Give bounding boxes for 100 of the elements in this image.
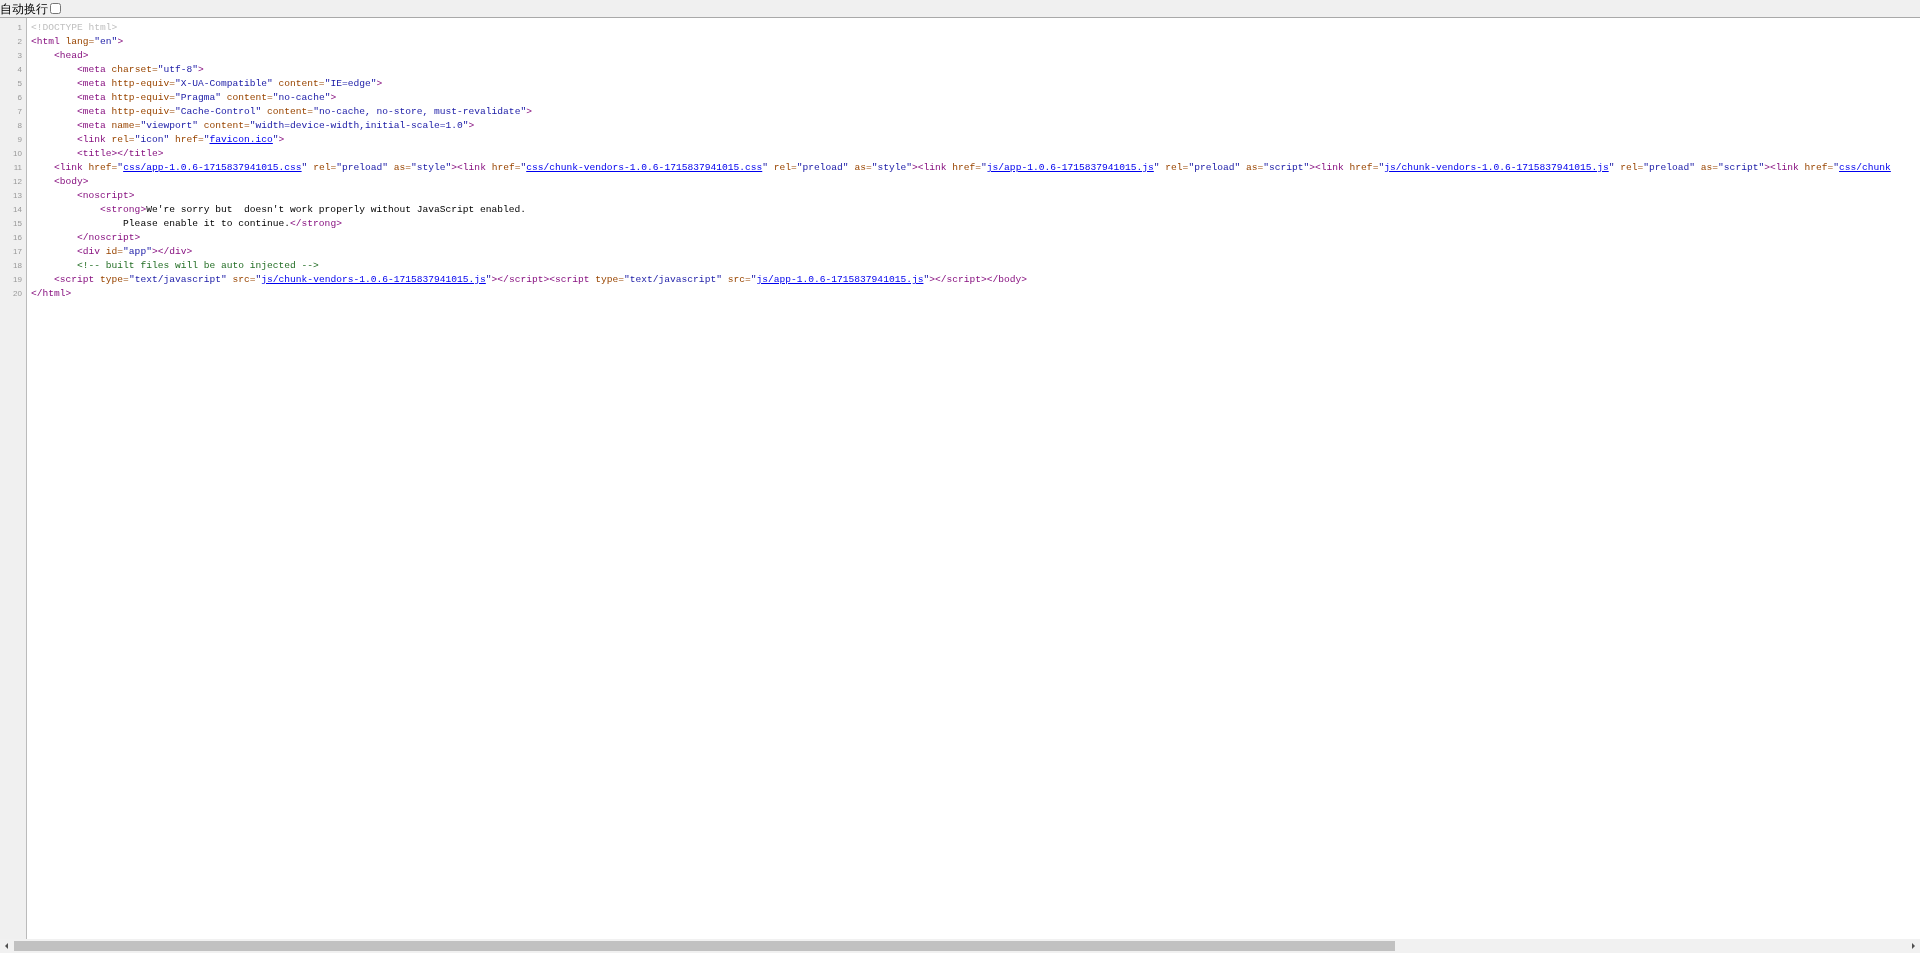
attribute-value: " [750, 274, 757, 285]
attribute-value: "icon" [134, 134, 170, 145]
attribute-value: "width=device-width,initial-scale=1.0" [249, 120, 469, 131]
file-link[interactable]: js/chunk-vendors-1.0.6-1715837941015.js [1384, 162, 1609, 173]
line-number: 4 [16, 64, 22, 76]
wrap-checkbox[interactable] [50, 3, 61, 14]
html-tag: <meta [77, 92, 106, 103]
attribute-name: name= [110, 120, 141, 131]
html-tag: ></div> [151, 246, 193, 257]
html-tag: > [198, 64, 204, 75]
attribute-value: "style" [411, 162, 452, 173]
line-number: 18 [12, 260, 22, 272]
attribute-value: " [1608, 162, 1615, 173]
attribute-name: href= [173, 134, 204, 145]
attribute-value: "no-cache, no-store, must-revalidate" [313, 106, 527, 117]
attribute-value: " [203, 134, 210, 145]
html-tag: ></script></body> [929, 274, 1028, 285]
line-number: 1 [16, 22, 22, 34]
html-tag: <noscript> [77, 190, 135, 201]
html-tag: <meta [77, 64, 106, 75]
html-tag: > [526, 106, 532, 117]
attribute-value: " [255, 274, 262, 285]
attribute-value: " [762, 162, 768, 173]
attribute-value: " [1378, 162, 1385, 173]
line-number: 16 [12, 232, 22, 244]
text-content: We're sorry but doesn't work properly without JavaScript enabled. [146, 204, 527, 215]
line-number: 11 [12, 162, 22, 174]
line-number: 8 [16, 120, 22, 132]
scrollbar-thumb[interactable] [14, 941, 1396, 951]
html-tag: ><link [1764, 162, 1799, 173]
attribute-value: "Pragma" [174, 92, 221, 103]
attribute-value: " [117, 162, 124, 173]
attribute-value: "text/javascript" [624, 274, 722, 285]
line-number: 14 [12, 204, 22, 216]
html-tag: > [330, 92, 337, 103]
line-number: 10 [12, 148, 22, 160]
attribute-name: type= [594, 274, 625, 285]
html-tag: <strong> [100, 204, 147, 215]
attribute-name: content= [202, 120, 250, 131]
attribute-value: "preload" [796, 162, 849, 173]
attribute-name: as= [853, 162, 872, 173]
attribute-name: src= [231, 274, 256, 285]
file-link[interactable]: js/app-1.0.6-1715837941015.js [986, 162, 1154, 173]
attribute-name: href= [1348, 162, 1379, 173]
attribute-name: content= [277, 78, 325, 89]
attribute-name: http-equiv= [110, 92, 175, 103]
html-tag: > [376, 78, 383, 89]
attribute-name: href= [490, 162, 521, 173]
html-tag: <body> [54, 176, 89, 187]
html-tag: <script [54, 274, 95, 285]
attribute-name: rel= [1164, 162, 1189, 173]
doctype-declaration: <!DOCTYPE html> [31, 22, 118, 33]
attribute-name: src= [726, 274, 751, 285]
attribute-value: " [1833, 162, 1840, 173]
attribute-name: id= [104, 246, 124, 257]
html-tag: </html> [31, 288, 72, 299]
html-tag: <meta [77, 106, 106, 117]
file-link[interactable]: css/app-1.0.6-1715837941015.css [123, 162, 302, 173]
html-tag: <link [54, 162, 83, 173]
attribute-name: http-equiv= [110, 78, 175, 89]
file-link[interactable]: css/chunk-vendors-1.0.6-1715837941015.css [526, 162, 763, 173]
attribute-value: "preload" [1643, 162, 1696, 173]
attribute-value: " [981, 162, 987, 173]
file-link[interactable]: favicon.ico [209, 134, 273, 145]
horizontal-scrollbar[interactable] [0, 939, 1920, 953]
attribute-value: "app" [123, 246, 152, 257]
line-number: 19 [12, 274, 22, 286]
line-number: 20 [12, 288, 22, 300]
text-content: Please enable it to continue. [123, 218, 291, 229]
file-link[interactable]: css/chunk [1839, 162, 1891, 173]
file-link[interactable]: js/chunk-vendors-1.0.6-1715837941015.js [261, 274, 486, 285]
line-number: 13 [12, 190, 22, 202]
wrap-label: 自动换行 [0, 1, 48, 16]
attribute-value: " [923, 274, 930, 285]
attribute-name: as= [1244, 162, 1264, 173]
attribute-value: "en" [94, 36, 118, 47]
attribute-name: href= [951, 162, 982, 173]
attribute-value: "preload" [1188, 162, 1241, 173]
attribute-name: lang= [64, 36, 95, 47]
attribute-value: "no-cache" [272, 92, 331, 103]
html-tag: <meta [77, 120, 106, 131]
attribute-name: rel= [110, 134, 135, 145]
attribute-name: rel= [772, 162, 797, 173]
html-tag: ><link [912, 162, 947, 173]
html-tag: <head> [54, 50, 89, 61]
line-number: 5 [16, 78, 22, 90]
attribute-value: " [485, 274, 492, 285]
attribute-value: "script" [1718, 162, 1765, 173]
attribute-name: charset= [110, 64, 158, 75]
html-tag: > [278, 134, 285, 145]
attribute-value: "text/javascript" [128, 274, 227, 285]
html-tag: <div [77, 246, 101, 257]
attribute-name: content= [225, 92, 273, 103]
attribute-name: href= [1803, 162, 1834, 173]
attribute-name: http-equiv= [110, 106, 175, 117]
file-link[interactable]: js/app-1.0.6-1715837941015.js [756, 274, 924, 285]
html-tag: ></script><script [491, 274, 590, 285]
line-number: 7 [16, 106, 22, 118]
attribute-value: "utf-8" [157, 64, 198, 75]
html-tag: > [117, 36, 124, 47]
